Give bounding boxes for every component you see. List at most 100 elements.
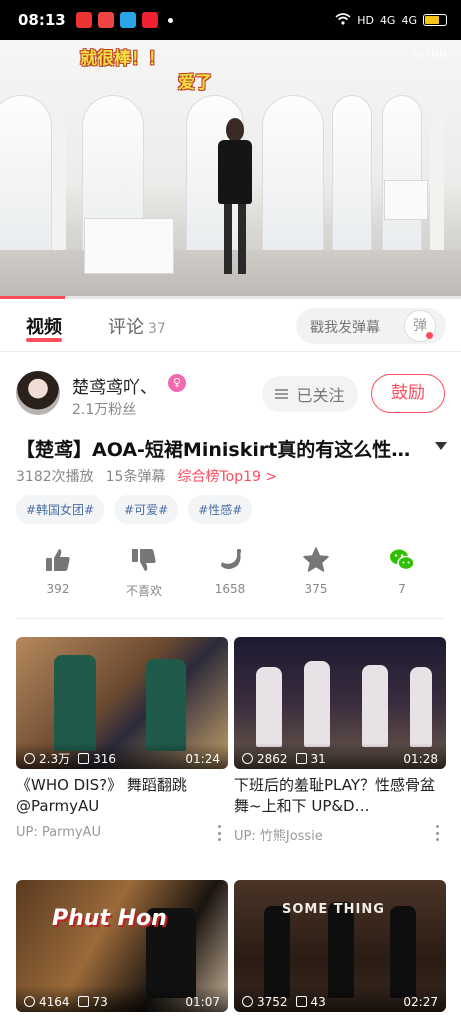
thumb-comment-count: 31 bbox=[310, 751, 326, 766]
tag-chip[interactable]: #韩国女团# bbox=[16, 495, 105, 524]
followed-button[interactable]: 已关注 bbox=[262, 376, 358, 412]
avatar[interactable] bbox=[16, 371, 60, 415]
video-progress-bar[interactable] bbox=[0, 296, 461, 299]
danmaku-comment: 爱了 bbox=[178, 73, 212, 93]
thumbs-up-icon bbox=[28, 546, 88, 574]
dislike-button[interactable]: 不喜欢 bbox=[114, 546, 174, 599]
status-indicators: HD 4G 4G bbox=[335, 12, 447, 28]
notification-app-icon bbox=[141, 12, 158, 28]
more-options-icon[interactable] bbox=[436, 825, 440, 841]
thumbnail-logo: SOME THING bbox=[282, 902, 385, 917]
like-button[interactable]: 392 bbox=[28, 546, 88, 596]
play-icon bbox=[24, 753, 35, 764]
wechat-icon bbox=[372, 546, 432, 574]
banana-count: 1658 bbox=[214, 582, 246, 596]
card-uploader: UP: ParmyAU bbox=[16, 825, 228, 841]
play-icon bbox=[242, 753, 253, 764]
recommended-video-card[interactable]: SOME THING 3752 43 02:27 bbox=[234, 880, 446, 1012]
danmu-count: 15条弹幕 bbox=[105, 469, 166, 485]
thumb-play-count: 2862 bbox=[257, 751, 288, 766]
expand-icon[interactable] bbox=[435, 442, 447, 450]
danmu-icon bbox=[295, 996, 307, 1007]
share-wechat-button[interactable]: 7 bbox=[372, 546, 432, 596]
danmu-icon bbox=[295, 753, 307, 764]
tab-comments[interactable]: 评论 37 bbox=[108, 313, 166, 339]
favorite-button[interactable]: 375 bbox=[286, 546, 346, 596]
followed-label: 已关注 bbox=[296, 386, 345, 405]
card-uploader: UP: 竹熊Jossie bbox=[234, 825, 446, 844]
tag-list: #韩国女团# #可爱# #性感# bbox=[16, 495, 253, 524]
recommended-video-card[interactable]: 2.3万 316 01:24 《WHO DIS?》 舞蹈翻跳@ParmyAU U… bbox=[16, 637, 228, 841]
star-icon bbox=[286, 546, 346, 574]
cheer-button[interactable]: 鼓励 bbox=[371, 374, 445, 413]
uploader-name[interactable]: 楚鸢鸢吖、 bbox=[72, 373, 157, 398]
uploader-fans: 2.1万粉丝 bbox=[72, 402, 137, 418]
thumbnail-stats: 2.3万 316 01:24 bbox=[16, 743, 228, 769]
video-thumbnail[interactable]: 2.3万 316 01:24 bbox=[16, 637, 228, 769]
thumb-comment-count: 73 bbox=[92, 994, 108, 1009]
tag-chip[interactable]: #性感# bbox=[188, 495, 253, 524]
thumb-duration: 01:07 bbox=[185, 994, 220, 1009]
video-meta: 3182次播放 15条弹幕 综合榜Top19 > bbox=[16, 466, 277, 486]
notification-app-icon bbox=[97, 12, 114, 28]
video-title: 【楚鸢】AOA-短裙Miniskirt真的有这么性… bbox=[16, 439, 411, 461]
video-player[interactable]: 就很棒！！ 爱了 AcFUN bbox=[0, 40, 461, 298]
thumb-duration: 02:27 bbox=[403, 994, 438, 1009]
tab-video[interactable]: 视频 bbox=[26, 313, 62, 339]
tag-chip[interactable]: #可爱# bbox=[114, 495, 179, 524]
comment-count: 37 bbox=[148, 321, 166, 337]
thumbnail-stats: 4164 73 01:07 bbox=[16, 986, 228, 1012]
card-uploader-name: UP: 竹熊Jossie bbox=[234, 829, 323, 844]
card-uploader-name: UP: ParmyAU bbox=[16, 825, 101, 840]
card-title[interactable]: 《WHO DIS?》 舞蹈翻跳@ParmyAU bbox=[16, 775, 228, 817]
danmu-toggle-icon[interactable]: 弹 bbox=[404, 310, 436, 342]
thumbnail-logo: Phut Hon bbox=[52, 906, 167, 931]
thumb-duration: 01:24 bbox=[185, 751, 220, 766]
like-count: 392 bbox=[46, 582, 70, 596]
thumb-play-count: 4164 bbox=[39, 994, 70, 1009]
content-tabs: 视频 评论 37 戳我发弹幕 弹 bbox=[0, 300, 461, 352]
network-label: HD bbox=[357, 13, 374, 27]
dancer-figure bbox=[226, 118, 244, 142]
thumb-play-count: 3752 bbox=[257, 994, 288, 1009]
status-bar: 08:13 HD 4G 4G bbox=[0, 0, 461, 40]
action-bar: 392 不喜欢 1658 375 7 bbox=[16, 546, 444, 606]
divider bbox=[16, 618, 444, 619]
play-count: 3182次播放 bbox=[16, 469, 94, 485]
thumbnail-stats: 2862 31 01:28 bbox=[234, 743, 446, 769]
wifi-icon bbox=[335, 12, 351, 28]
dislike-label: 不喜欢 bbox=[125, 584, 162, 598]
favorite-count: 375 bbox=[304, 582, 328, 596]
thumb-comment-count: 316 bbox=[93, 751, 116, 766]
notification-app-icon bbox=[119, 12, 136, 28]
thumbnail-stats: 3752 43 02:27 bbox=[234, 986, 446, 1012]
more-notifications-icon bbox=[167, 17, 173, 23]
active-tab-indicator bbox=[26, 338, 62, 342]
danmu-icon bbox=[78, 753, 90, 764]
tab-comments-label: 评论 bbox=[108, 317, 144, 338]
video-thumbnail[interactable]: SOME THING 3752 43 02:27 bbox=[234, 880, 446, 1012]
recommended-video-card[interactable]: 2862 31 01:28 下班后的羞耻PLAY？性感骨盆舞~上和下 UP&D…… bbox=[234, 637, 446, 844]
status-time: 08:13 bbox=[18, 11, 66, 29]
more-options-icon[interactable] bbox=[218, 825, 222, 841]
card-title[interactable]: 下班后的羞耻PLAY？性感骨盆舞~上和下 UP&D… bbox=[234, 775, 446, 817]
thumb-comment-count: 43 bbox=[310, 994, 326, 1009]
thumb-duration: 01:28 bbox=[403, 751, 438, 766]
danmaku-comment: 就很棒！！ bbox=[80, 49, 165, 69]
share-count: 7 bbox=[398, 582, 406, 596]
thumb-play-count: 2.3万 bbox=[39, 752, 71, 766]
signal-icon: 4G bbox=[379, 13, 396, 27]
danmu-icon bbox=[77, 996, 89, 1007]
video-thumbnail[interactable]: 2862 31 01:28 bbox=[234, 637, 446, 769]
recommended-video-card[interactable]: Phut Hon 4164 73 01:07 bbox=[16, 880, 228, 1012]
ranking-link[interactable]: 综合榜Top19 > bbox=[177, 466, 277, 486]
battery-icon bbox=[423, 14, 447, 26]
video-thumbnail[interactable]: Phut Hon 4164 73 01:07 bbox=[16, 880, 228, 1012]
banana-button[interactable]: 1658 bbox=[200, 546, 260, 596]
notification-app-icon bbox=[75, 12, 92, 28]
uploader-badge-icon: ♀ bbox=[168, 374, 186, 392]
signal-icon: 4G bbox=[401, 13, 417, 27]
play-icon bbox=[24, 996, 35, 1007]
acfun-watermark: AcFUN bbox=[411, 49, 447, 60]
thumbs-down-icon bbox=[114, 546, 174, 574]
